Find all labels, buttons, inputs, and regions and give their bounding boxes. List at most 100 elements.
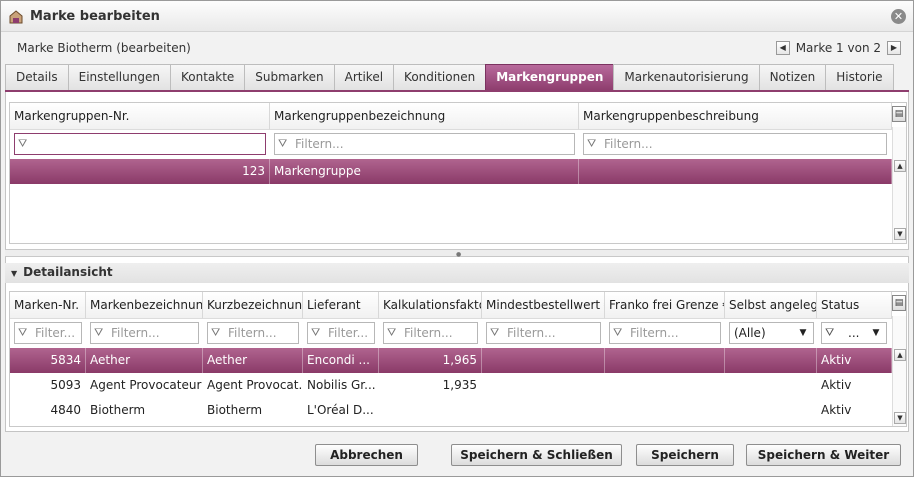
brand-icon bbox=[9, 10, 23, 24]
filter-icon: ⛛ bbox=[490, 326, 500, 339]
filter-icon: ⛛ bbox=[211, 326, 221, 339]
filter-placeholder: Filtern... bbox=[404, 326, 453, 340]
column-header-min-order[interactable]: Mindestbestellwert € bbox=[482, 292, 605, 319]
detail-section-header[interactable]: ▼ Detailansicht bbox=[5, 263, 909, 283]
cell-status: Aktiv bbox=[817, 373, 892, 398]
column-header-franko[interactable]: Franko frei Grenze € bbox=[605, 292, 725, 319]
cell-brand-number: 4840 bbox=[10, 398, 86, 423]
tab-markenautorisierung[interactable]: Markenautorisierung bbox=[613, 64, 760, 90]
cell-self-created bbox=[725, 373, 817, 398]
column-header-status[interactable]: Status bbox=[817, 292, 892, 319]
column-header-group-description[interactable]: Markengruppenbeschreibung bbox=[579, 103, 892, 130]
table-row[interactable]: 5093 Agent Provocateur Agent Provocat. N… bbox=[10, 373, 892, 398]
save-button[interactable]: Speichern bbox=[636, 444, 734, 466]
scroll-down-icon[interactable]: ▼ bbox=[894, 412, 906, 424]
filter-input-min-order[interactable]: ⛛ Filtern... bbox=[486, 322, 601, 344]
tab-submarken[interactable]: Submarken bbox=[244, 64, 335, 90]
tab-konditionen[interactable]: Konditionen bbox=[393, 64, 487, 90]
chevron-down-icon[interactable]: ▼ bbox=[868, 325, 884, 341]
filter-input-group-name[interactable]: ⛛ Filtern... bbox=[274, 133, 575, 155]
column-header-brand-name[interactable]: Markenbezeichnung bbox=[86, 292, 203, 319]
filter-input-supplier[interactable]: ⛛ Filter... bbox=[307, 322, 375, 344]
cell-supplier: Nobilis Gr... bbox=[303, 373, 379, 398]
brands-grid: Marken-Nr. Markenbezeichnung Kurzbezeich… bbox=[9, 291, 907, 427]
filter-icon: ⛛ bbox=[587, 137, 597, 150]
column-chooser-icon[interactable]: ▤ bbox=[892, 295, 906, 311]
scroll-down-icon[interactable]: ▼ bbox=[894, 228, 906, 240]
filter-input-franko[interactable]: ⛛ Filtern... bbox=[609, 322, 721, 344]
cell-status: Aktiv bbox=[817, 398, 892, 423]
filter-placeholder: Filtern... bbox=[604, 137, 653, 151]
close-icon[interactable]: ✕ bbox=[891, 9, 906, 24]
column-chooser-icon[interactable]: ▤ bbox=[892, 106, 906, 122]
filter-placeholder: Filtern... bbox=[507, 326, 556, 340]
filter-icon: ⛛ bbox=[18, 137, 28, 150]
pager-label: Marke 1 von 2 bbox=[795, 41, 881, 55]
cell-brand-name: Biotherm bbox=[86, 398, 203, 423]
cell-short-name: Biotherm bbox=[203, 398, 303, 423]
vertical-scrollbar[interactable]: ▲ ▼ bbox=[892, 316, 906, 426]
column-header-group-name[interactable]: Markengruppenbezeichnung bbox=[270, 103, 579, 130]
table-row[interactable]: 123 Markengruppe bbox=[10, 159, 892, 184]
column-header-calc-factor[interactable]: Kalkulationsfaktor bbox=[379, 292, 482, 319]
column-header-self-created[interactable]: Selbst angelegt bbox=[725, 292, 817, 319]
cell-calc-factor: 1,965 bbox=[379, 348, 482, 373]
cell-brand-number: 5093 bbox=[10, 373, 86, 398]
cell-min-order bbox=[482, 373, 605, 398]
cell-franko bbox=[605, 373, 725, 398]
filter-icon: ⛛ bbox=[94, 326, 104, 339]
tab-artikel[interactable]: Artikel bbox=[333, 64, 395, 90]
scroll-up-icon[interactable]: ▲ bbox=[894, 349, 906, 361]
cell-group-name: Markengruppe bbox=[270, 159, 579, 184]
cell-calc-factor: 1,935 bbox=[379, 373, 482, 398]
filter-select-status[interactable]: ⛛ ... ▼ bbox=[821, 322, 887, 344]
filter-placeholder: Filtern... bbox=[111, 326, 160, 340]
filter-input-brand-number[interactable]: ⛛ Filter... bbox=[14, 322, 82, 344]
button-bar: Abbrechen Speichern & Schließen Speicher… bbox=[5, 437, 909, 473]
save-and-next-button[interactable]: Speichern & Weiter bbox=[746, 444, 901, 466]
record-pager: ◀ Marke 1 von 2 ▶ bbox=[775, 40, 901, 56]
column-header-group-number[interactable]: Markengruppen-Nr. bbox=[10, 103, 270, 130]
scroll-up-icon[interactable]: ▲ bbox=[894, 160, 906, 172]
column-header-supplier[interactable]: Lieferant bbox=[303, 292, 379, 319]
chevron-down-icon[interactable]: ▼ bbox=[795, 325, 811, 341]
cell-calc-factor bbox=[379, 398, 482, 423]
table-row[interactable]: 5834 Aether Aether Encondi ... 1,965 Akt… bbox=[10, 348, 892, 373]
tab-details[interactable]: Details bbox=[5, 64, 69, 90]
cell-group-number: 123 bbox=[10, 159, 270, 184]
filter-input-group-description[interactable]: ⛛ Filtern... bbox=[583, 133, 887, 155]
table-row[interactable]: 4840 Biotherm Biotherm L'Oréal D... Akti… bbox=[10, 398, 892, 423]
column-header-brand-number[interactable]: Marken-Nr. bbox=[10, 292, 86, 319]
previous-record-button[interactable]: ◀ bbox=[775, 41, 790, 55]
filter-input-group-number[interactable]: ⛛ bbox=[14, 133, 266, 155]
filter-placeholder: Filtern... bbox=[228, 326, 277, 340]
filter-input-brand-name[interactable]: ⛛ Filtern... bbox=[90, 322, 199, 344]
tab-markengruppen[interactable]: Markengruppen bbox=[485, 64, 615, 90]
filter-input-short-name[interactable]: ⛛ Filtern... bbox=[207, 322, 299, 344]
tab-kontakte[interactable]: Kontakte bbox=[169, 64, 246, 90]
cell-group-description bbox=[579, 159, 892, 184]
column-header-short-name[interactable]: Kurzbezeichnung bbox=[203, 292, 303, 319]
cancel-button[interactable]: Abbrechen bbox=[315, 444, 418, 466]
save-and-close-button[interactable]: Speichern & Schließen bbox=[451, 444, 622, 466]
filter-placeholder: Filter... bbox=[328, 326, 369, 340]
tab-historie[interactable]: Historie bbox=[825, 64, 894, 90]
cell-self-created bbox=[725, 348, 817, 373]
cell-brand-name: Aether bbox=[86, 348, 203, 373]
filter-icon: ⛛ bbox=[311, 326, 321, 339]
cell-min-order bbox=[482, 348, 605, 373]
filter-select-self-created[interactable]: (Alle) ▼ bbox=[729, 322, 814, 344]
detail-section-title: Detailansicht bbox=[23, 265, 113, 279]
cell-brand-number: 5834 bbox=[10, 348, 86, 373]
filter-input-calc-factor[interactable]: ⛛ Filtern... bbox=[383, 322, 478, 344]
panel-splitter[interactable]: ● bbox=[5, 249, 909, 258]
brand-groups-grid: Markengruppen-Nr. Markengruppenbezeichnu… bbox=[9, 102, 907, 244]
next-record-button[interactable]: ▶ bbox=[887, 41, 901, 55]
cell-supplier: L'Oréal D... bbox=[303, 398, 379, 423]
cell-short-name: Aether bbox=[203, 348, 303, 373]
filter-icon: ⛛ bbox=[387, 326, 397, 339]
vertical-scrollbar[interactable]: ▲ ▼ bbox=[892, 127, 906, 243]
tab-notizen[interactable]: Notizen bbox=[758, 64, 827, 90]
tab-einstellungen[interactable]: Einstellungen bbox=[67, 64, 171, 90]
filter-icon: ⛛ bbox=[613, 326, 623, 339]
